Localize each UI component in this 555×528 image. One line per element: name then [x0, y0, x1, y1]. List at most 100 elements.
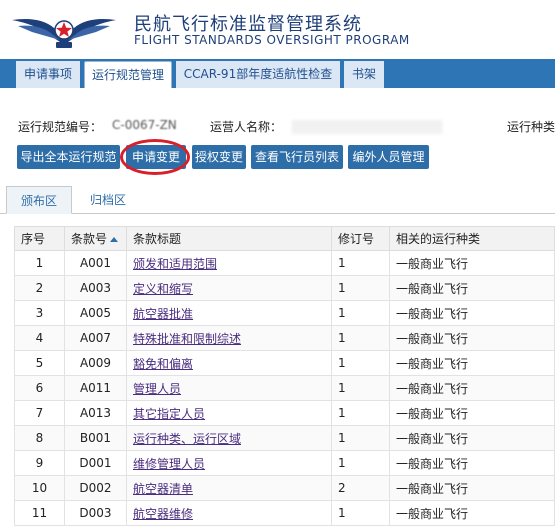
table-row[interactable]: 11 D003 航空器维修 1 一般商业飞行	[14, 500, 555, 526]
cell-operation-type: 一般商业飞行	[389, 400, 555, 426]
table-row[interactable]: 2 A003 定义和缩写 1 一般商业飞行	[14, 275, 555, 301]
clause-title-link[interactable]: 特殊批准和限制综述	[133, 332, 241, 346]
export-all-spec-button[interactable]: 导出全本运行规范	[17, 145, 120, 169]
cell-index: 2	[14, 275, 65, 301]
cell-clause-title[interactable]: 维修管理人员	[126, 450, 332, 476]
cell-index: 5	[14, 350, 65, 376]
cell-clause-number: A009	[64, 350, 127, 376]
cell-clause-title[interactable]: 航空器清单	[126, 475, 332, 501]
tab-ops-spec-management[interactable]: 运行规范管理	[84, 61, 172, 88]
header-clause-number[interactable]: 条款号	[64, 226, 127, 251]
cell-clause-title[interactable]: 颁发和适用范围	[126, 250, 332, 276]
table-row[interactable]: 4 A007 特殊批准和限制综述 1 一般商业飞行	[14, 325, 555, 351]
clause-title-link[interactable]: 航空器清单	[133, 482, 193, 496]
tab-ccar91-annual-check[interactable]: CCAR-91部年度适航性检查	[176, 61, 340, 88]
table-row[interactable]: 5 A009 豁免和偏离 1 一般商业飞行	[14, 350, 555, 376]
clause-title-link[interactable]: 航空器批准	[133, 307, 193, 321]
cell-revision: 1	[331, 275, 390, 301]
cell-revision: 1	[331, 350, 390, 376]
header-revision: 修订号	[331, 226, 390, 251]
header-operation-type: 相关的运行种类	[389, 226, 555, 251]
header-index: 序号	[14, 226, 65, 251]
table-row[interactable]: 10 D002 航空器清单 2 一般商业飞行	[14, 475, 555, 501]
cell-clause-number: B001	[64, 425, 127, 451]
cell-operation-type: 一般商业飞行	[389, 275, 555, 301]
cell-revision: 1	[331, 300, 390, 326]
spec-info-row: 运行规范编号： C-0067-ZN 运营人名称： 运行种类	[0, 118, 555, 134]
cell-index: 10	[14, 475, 65, 501]
cell-clause-title[interactable]: 豁免和偏离	[126, 350, 332, 376]
cell-index: 1	[14, 250, 65, 276]
authorize-change-button[interactable]: 授权变更	[192, 145, 246, 169]
cell-revision: 1	[331, 425, 390, 451]
tab-archive-area[interactable]: 归档区	[78, 186, 138, 214]
cell-operation-type: 一般商业飞行	[389, 350, 555, 376]
cell-revision: 1	[331, 375, 390, 401]
cell-index: 8	[14, 425, 65, 451]
cell-operation-type: 一般商业飞行	[389, 475, 555, 501]
table-row[interactable]: 3 A005 航空器批准 1 一般商业飞行	[14, 300, 555, 326]
cell-index: 9	[14, 450, 65, 476]
tab-apply-items[interactable]: 申请事项	[16, 61, 80, 88]
cell-clause-title[interactable]: 定义和缩写	[126, 275, 332, 301]
cell-operation-type: 一般商业飞行	[389, 300, 555, 326]
app-header: 民航飞行标准监督管理系统 FLIGHT STANDARDS OVERSIGHT …	[0, 0, 555, 58]
cell-operation-type: 一般商业飞行	[389, 250, 555, 276]
caac-logo-icon	[12, 19, 116, 48]
cell-revision: 1	[331, 450, 390, 476]
cell-revision: 1	[331, 400, 390, 426]
sub-tabbar: 颁布区 归档区	[0, 184, 555, 214]
spec-number-value: C-0067-ZN	[112, 118, 177, 132]
header-clause-number-label: 条款号	[71, 232, 108, 246]
table-row[interactable]: 8 B001 运行种类、运行区域 1 一般商业飞行	[14, 425, 555, 451]
cell-revision: 1	[331, 325, 390, 351]
table-row[interactable]: 7 A013 其它指定人员 1 一般商业飞行	[14, 400, 555, 426]
cell-index: 7	[14, 400, 65, 426]
cell-clause-title[interactable]: 特殊批准和限制综述	[126, 325, 332, 351]
cell-operation-type: 一般商业飞行	[389, 375, 555, 401]
cell-clause-title[interactable]: 其它指定人员	[126, 400, 332, 426]
cell-index: 6	[14, 375, 65, 401]
clause-title-link[interactable]: 豁免和偏离	[133, 357, 193, 371]
table-header-row: 序号 条款号 条款标题 修订号 相关的运行种类	[14, 226, 555, 251]
table-row[interactable]: 9 D001 维修管理人员 1 一般商业飞行	[14, 450, 555, 476]
cell-clause-title[interactable]: 管理人员	[126, 375, 332, 401]
clause-title-link[interactable]: 定义和缩写	[133, 282, 193, 296]
cell-clause-number: D003	[64, 500, 127, 526]
main-tabbar: 申请事项 运行规范管理 CCAR-91部年度适航性检查 书架	[0, 59, 555, 88]
view-pilot-list-button[interactable]: 查看飞行员列表	[251, 145, 343, 169]
clause-title-link[interactable]: 管理人员	[133, 382, 181, 396]
apply-change-button[interactable]: 申请变更	[126, 145, 186, 169]
cell-operation-type: 一般商业飞行	[389, 425, 555, 451]
clause-title-link[interactable]: 维修管理人员	[133, 457, 205, 471]
clause-title-link[interactable]: 其它指定人员	[133, 407, 205, 421]
header-clause-title: 条款标题	[126, 226, 332, 251]
external-staff-management-button[interactable]: 编外人员管理	[348, 145, 429, 169]
cell-revision: 1	[331, 500, 390, 526]
operator-label: 运营人名称：	[210, 120, 283, 134]
cell-index: 3	[14, 300, 65, 326]
cell-index: 4	[14, 325, 65, 351]
cell-index: 11	[14, 500, 65, 526]
table-row[interactable]: 1 A001 颁发和适用范围 1 一般商业飞行	[14, 250, 555, 276]
table-body: 1 A001 颁发和适用范围 1 一般商业飞行 2 A003 定义和缩写 1 一般商业飞行 3 A00…	[14, 250, 555, 526]
cell-operation-type: 一般商业飞行	[389, 500, 555, 526]
clause-title-link[interactable]: 运行种类、运行区域	[133, 432, 241, 446]
clause-title-link[interactable]: 航空器维修	[133, 507, 193, 521]
cell-clause-number: A005	[64, 300, 127, 326]
cell-clause-title[interactable]: 航空器维修	[126, 500, 332, 526]
cell-clause-number: A013	[64, 400, 127, 426]
app-subtitle: FLIGHT STANDARDS OVERSIGHT PROGRAM	[134, 33, 410, 47]
operator-value-redacted	[292, 120, 442, 134]
cell-clause-title[interactable]: 运行种类、运行区域	[126, 425, 332, 451]
tab-bookshelf[interactable]: 书架	[344, 61, 384, 88]
sort-ascending-icon[interactable]	[110, 237, 119, 242]
clause-title-link[interactable]: 颁发和适用范围	[133, 257, 217, 271]
cell-clause-number: A003	[64, 275, 127, 301]
cell-clause-number: A007	[64, 325, 127, 351]
table-row[interactable]: 6 A011 管理人员 1 一般商业飞行	[14, 375, 555, 401]
clause-table: 序号 条款号 条款标题 修订号 相关的运行种类 1 A001 颁发和适用范围 1 一般商…	[14, 226, 555, 526]
run-type-label: 运行种类	[507, 120, 555, 134]
tab-published-area[interactable]: 颁布区	[6, 186, 72, 214]
cell-clause-title[interactable]: 航空器批准	[126, 300, 332, 326]
